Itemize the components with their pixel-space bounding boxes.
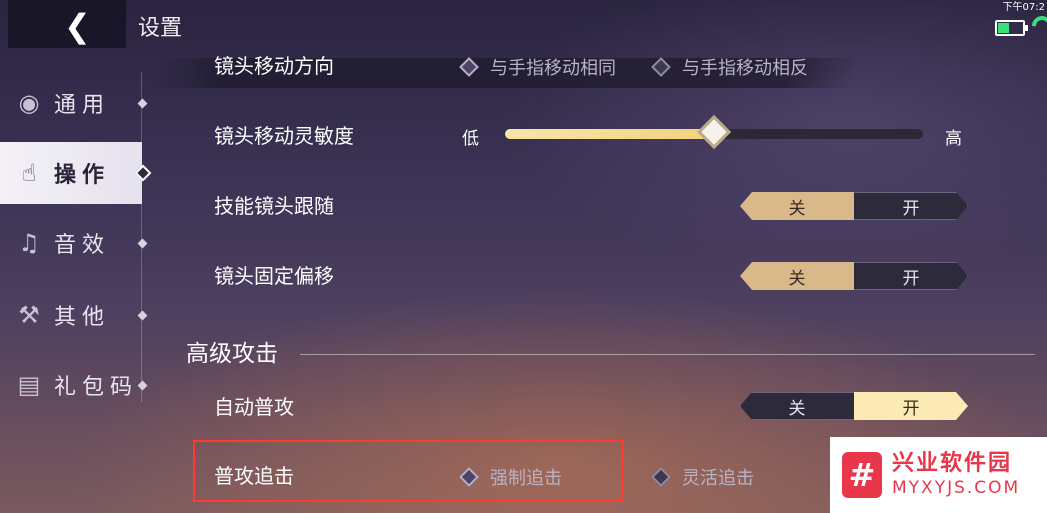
sidebar-dot [137, 98, 148, 109]
option-forced-chase[interactable]: 强制追击 [459, 464, 562, 490]
watermark-title: 兴业软件园 [892, 451, 1013, 476]
page-title: 设置 [138, 16, 183, 41]
headphone-icon: ♫ [18, 229, 40, 257]
slider-thumb[interactable] [697, 115, 731, 149]
sidebar-item-label: 其他 [54, 305, 111, 330]
watermark-logo-icon: # [842, 452, 882, 498]
gift-icon: ▤ [17, 371, 41, 399]
diamond-radio-icon [651, 467, 671, 487]
toggle-on-option[interactable]: 开 [854, 192, 968, 220]
option-label: 与手指移动相反 [682, 58, 808, 79]
sidebar-item-sound[interactable]: ♫ 音效 [0, 212, 148, 274]
broadcast-icon: ◉ [18, 89, 40, 117]
sidebar-item-label: 操作 [54, 163, 111, 188]
option-label: 灵活追击 [682, 468, 754, 489]
sidebar-item-label: 通用 [54, 93, 111, 118]
option-opposite-finger[interactable]: 与手指移动相反 [651, 54, 808, 80]
auto-attack-label: 自动普攻 [214, 395, 294, 419]
toggle-off-option[interactable]: 关 [740, 192, 854, 220]
sidebar-item-other[interactable]: ⚒ 其他 [0, 284, 148, 346]
slider-high-label: 高 [945, 129, 962, 149]
hand-icon: ☝ [21, 159, 37, 187]
sidebar-dot [137, 310, 148, 321]
section-divider [300, 354, 1035, 355]
skill-camera-follow-toggle[interactable]: 关 开 [740, 192, 968, 220]
battery-icon [995, 20, 1028, 36]
option-label: 与手指移动相同 [490, 58, 616, 79]
sidebar-dot [137, 238, 148, 249]
sidebar-item-label: 音效 [54, 233, 111, 258]
back-button[interactable]: ❮ [8, 0, 126, 48]
attack-chase-label: 普攻追击 [214, 464, 294, 488]
section-title-advanced-attack: 高级攻击 [186, 341, 278, 367]
camera-direction-label: 镜头移动方向 [214, 54, 334, 78]
sidebar-item-label: 礼包码 [54, 375, 139, 400]
camera-fixed-offset-toggle[interactable]: 关 开 [740, 262, 968, 290]
status-time: 下午07:2 [1002, 2, 1045, 13]
toggle-off-option[interactable]: 关 [740, 262, 854, 290]
diamond-radio-icon [651, 57, 671, 77]
diamond-radio-icon [459, 57, 479, 77]
slider-fill [505, 129, 714, 139]
skill-camera-follow-label: 技能镜头跟随 [214, 194, 334, 218]
option-same-as-finger[interactable]: 与手指移动相同 [459, 54, 616, 80]
sidebar: ◉ 通用 ☝ 操作 ♫ 音效 ⚒ 其他 ▤ 礼包码 [0, 66, 152, 426]
diamond-radio-icon [459, 467, 479, 487]
sidebar-active-marker [134, 164, 152, 182]
auto-attack-toggle[interactable]: 关 开 [740, 392, 968, 420]
toggle-on-option[interactable]: 开 [854, 262, 968, 290]
watermark: # 兴业软件园 MYXYJS.COM [830, 437, 1047, 513]
toggle-on-option[interactable]: 开 [854, 392, 968, 420]
sidebar-dot [137, 380, 148, 391]
sidebar-item-general[interactable]: ◉ 通用 [0, 72, 148, 134]
sensitivity-slider[interactable] [505, 115, 923, 149]
sidebar-item-controls[interactable]: ☝ 操作 [0, 142, 152, 204]
option-flexible-chase[interactable]: 灵活追击 [651, 464, 754, 490]
option-label: 强制追击 [490, 468, 562, 489]
toggle-off-option[interactable]: 关 [740, 392, 854, 420]
sidebar-item-gift-code[interactable]: ▤ 礼包码 [0, 354, 148, 416]
slider-low-label: 低 [462, 129, 479, 149]
watermark-url: MYXYJS.COM [892, 478, 1021, 498]
camera-fixed-offset-label: 镜头固定偏移 [214, 264, 334, 288]
chevron-left-icon: ❮ [64, 7, 91, 45]
tools-icon: ⚒ [18, 301, 40, 329]
wifi-icon [1027, 11, 1047, 41]
camera-sensitivity-label: 镜头移动灵敏度 [214, 124, 354, 148]
